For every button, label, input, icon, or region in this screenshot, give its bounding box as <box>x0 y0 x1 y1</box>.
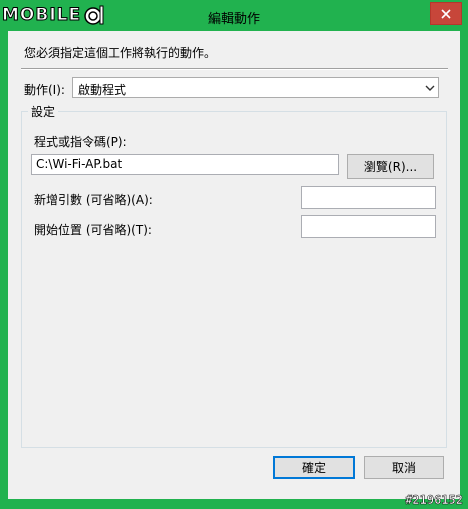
divider <box>21 68 448 70</box>
close-icon <box>441 8 451 19</box>
instruction-text: 您必須指定這個工作將執行的動作。 <box>24 46 217 60</box>
action-label: 動作(I): <box>24 83 65 97</box>
arguments-input[interactable] <box>301 186 436 209</box>
settings-group-title: 設定 <box>28 103 59 120</box>
start-in-label: 開始位置 (可省略)(T): <box>34 223 152 237</box>
start-in-input[interactable] <box>301 215 436 238</box>
watermark-text: #2196152 <box>405 493 463 508</box>
chevron-down-icon <box>425 85 435 91</box>
window-title: 編輯動作 <box>207 12 260 27</box>
action-dropdown-value: 啟動程式 <box>78 83 127 97</box>
close-button[interactable] <box>430 2 462 25</box>
program-label: 程式或指令碼(P): <box>34 135 127 149</box>
title-bar[interactable]: MOBILE 編輯動作 <box>0 0 468 31</box>
action-dropdown[interactable]: 啟動程式 <box>72 77 439 98</box>
dialog-client-area: 您必須指定這個工作將執行的動作。 動作(I): 啟動程式 設定 程式或指令碼(P… <box>8 31 460 499</box>
browse-button[interactable]: 瀏覽(R)... <box>347 154 434 179</box>
program-input[interactable]: C:\Wi-Fi-AP.bat <box>31 154 339 175</box>
arguments-label: 新增引數 (可省略)(A): <box>34 193 153 207</box>
cancel-button[interactable]: 取消 <box>364 456 444 479</box>
dialog-window: MOBILE 編輯動作 您必須指定這個工作將執行的動作。 動作(I): 啟動程式… <box>0 0 468 509</box>
ok-button[interactable]: 確定 <box>273 456 355 479</box>
